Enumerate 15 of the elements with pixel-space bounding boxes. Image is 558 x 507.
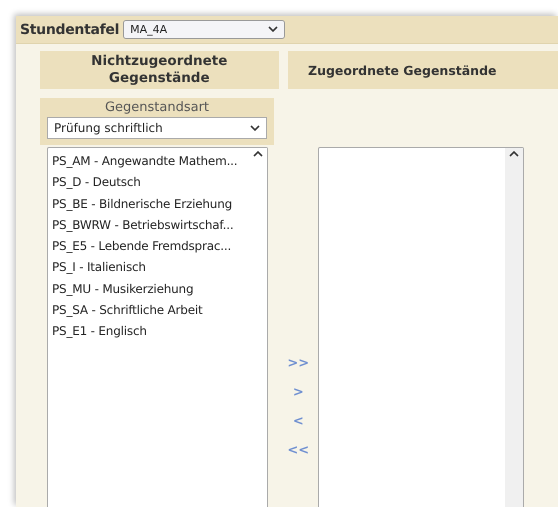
column-title: Zugeordnete Gegenstände [288, 51, 558, 89]
filter-label: Gegenstandsart [104, 100, 210, 115]
stundentafel-label: Stundentafel [20, 22, 120, 38]
list-item[interactable]: PS_I - Italienisch [52, 257, 249, 279]
list-item[interactable]: PS_SA - Schriftliche Arbeit [52, 300, 249, 322]
list-item[interactable]: PS_D - Deutsch [52, 172, 249, 194]
list-item[interactable]: PS_BWRW - Betriebswirtschaf... [52, 214, 249, 236]
column-title: Nichtzugeordnete Gegenstände [40, 51, 279, 89]
list-item[interactable]: PS_E1 - Englisch [52, 321, 249, 343]
list-item[interactable]: PS_MU - Musikerziehung [52, 278, 249, 300]
list-item[interactable]: PS_AM - Angewandte Mathem... [52, 151, 249, 172]
list-item[interactable]: PS_E5 - Lebende Fremdsprac... [52, 236, 249, 258]
list-item[interactable]: PS_BE - Bildnerische Erziehung [52, 194, 249, 215]
stundentafel-select[interactable]: MA_4A [123, 20, 286, 39]
filter-select[interactable]: Prüfung schriftlich [47, 117, 267, 139]
